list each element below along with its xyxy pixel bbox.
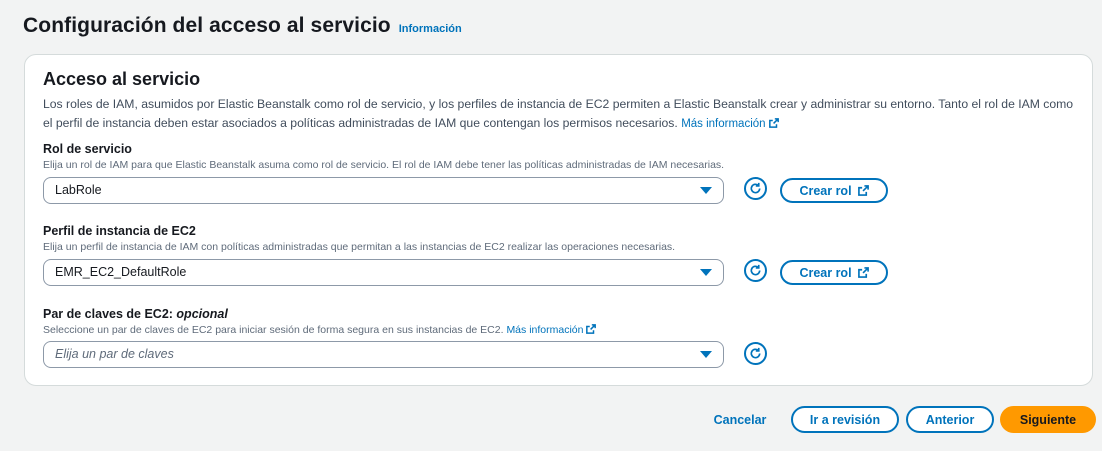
instance-profile-field: Perfil de instancia de EC2 Elija un perf… — [43, 223, 1083, 286]
key-pair-placeholder: Elija un par de claves — [55, 347, 174, 361]
page-header: Configuración del acceso al servicio Inf… — [23, 14, 462, 38]
create-instance-role-label: Crear rol — [799, 265, 852, 280]
key-pair-label: Par de claves de EC2: opcional — [43, 306, 1083, 322]
service-role-refresh-button[interactable] — [744, 177, 767, 200]
refresh-icon — [750, 182, 761, 194]
external-link-icon — [586, 324, 597, 334]
more-info-link[interactable]: Más información — [681, 118, 779, 130]
external-link-icon — [768, 118, 779, 128]
service-role-select[interactable]: LabRole — [43, 177, 724, 204]
key-pair-description-text: Seleccione un par de claves de EC2 para … — [43, 324, 504, 336]
instance-profile-value: EMR_EC2_DefaultRole — [55, 265, 187, 279]
caret-down-icon — [700, 187, 712, 194]
service-role-field: Rol de servicio Elija un rol de IAM para… — [43, 141, 1083, 204]
review-button[interactable]: Ir a revisión — [791, 406, 899, 433]
section-description: Los roles de IAM, asumidos por Elastic B… — [43, 95, 1083, 134]
key-pair-select[interactable]: Elija un par de claves — [43, 341, 724, 368]
caret-down-icon — [700, 351, 712, 358]
service-role-label: Rol de servicio — [43, 142, 132, 156]
create-service-role-button[interactable]: Crear rol — [780, 178, 888, 203]
more-info-link-label: Más información — [681, 118, 766, 130]
section-title: Acceso al servicio — [43, 69, 201, 89]
info-link[interactable]: Información — [399, 23, 462, 35]
create-instance-role-button[interactable]: Crear rol — [780, 260, 888, 285]
page-title: Configuración del acceso al servicio — [23, 14, 391, 37]
cancel-button[interactable]: Cancelar — [702, 406, 778, 433]
key-pair-description: Seleccione un par de claves de EC2 para … — [43, 323, 1083, 338]
key-pair-more-info-label: Más información — [506, 324, 584, 336]
refresh-icon — [750, 347, 761, 359]
key-pair-refresh-button[interactable] — [744, 342, 767, 365]
refresh-icon — [750, 264, 761, 276]
instance-profile-label: Perfil de instancia de EC2 — [43, 224, 196, 238]
external-link-icon — [857, 185, 869, 196]
service-role-value: LabRole — [55, 183, 102, 197]
instance-profile-select[interactable]: EMR_EC2_DefaultRole — [43, 259, 724, 286]
key-pair-label-text: Par de claves de EC2: — [43, 307, 173, 321]
external-link-icon — [857, 267, 869, 278]
key-pair-field: Par de claves de EC2: opcional Seleccion… — [43, 306, 1083, 368]
key-pair-more-info-link[interactable]: Más información — [506, 324, 597, 336]
instance-profile-description: Elija un perfil de instancia de IAM con … — [43, 241, 676, 253]
next-button[interactable]: Siguiente — [1000, 406, 1096, 433]
section-description-text: Los roles de IAM, asumidos por Elastic B… — [43, 97, 1074, 130]
create-service-role-label: Crear rol — [799, 183, 852, 198]
service-role-description: Elija un rol de IAM para que Elastic Bea… — [43, 159, 725, 171]
key-pair-optional: opcional — [176, 307, 228, 321]
service-access-panel: Acceso al servicio Los roles de IAM, asu… — [24, 54, 1093, 386]
caret-down-icon — [700, 269, 712, 276]
instance-profile-refresh-button[interactable] — [744, 259, 767, 282]
previous-button[interactable]: Anterior — [906, 406, 994, 433]
